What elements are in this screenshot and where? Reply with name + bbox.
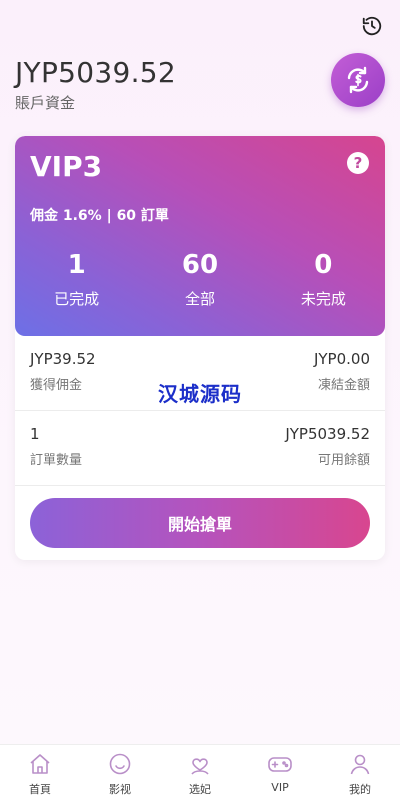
smile-icon <box>107 751 133 777</box>
available-balance: JYP5039.52 可用餘額 <box>285 425 370 468</box>
tab-videos[interactable]: 影视 <box>80 745 160 800</box>
vip-panel: VIP3 ? 佣金 1.6% | 60 訂單 1 已完成 60 全部 0 未完成 <box>15 136 385 336</box>
available-balance-value: JYP5039.52 <box>285 425 370 443</box>
tab-label: 影视 <box>109 783 131 796</box>
frozen-amount-value: JYP0.00 <box>313 350 370 368</box>
stat-label: 已完成 <box>54 290 100 308</box>
tab-vip[interactable]: VIP <box>240 745 320 800</box>
account-balance-label: 賬戶資金 <box>15 94 76 112</box>
tab-mine[interactable]: 我的 <box>320 745 400 800</box>
tab-select[interactable]: 选妃 <box>160 745 240 800</box>
stat-value: 1 <box>67 250 86 280</box>
exchange-icon <box>347 66 369 94</box>
home-icon <box>27 751 53 777</box>
stat-label: 未完成 <box>300 290 346 308</box>
watermark-text: 汉城源码 <box>158 382 242 406</box>
stat-label: 全部 <box>184 290 215 308</box>
tab-label: 我的 <box>349 783 371 796</box>
stat-incomplete: 0 未完成 <box>262 250 385 309</box>
stat-value: 0 <box>314 250 333 280</box>
available-balance-label: 可用餘額 <box>317 453 370 468</box>
order-count-label: 訂單數量 <box>30 453 83 468</box>
order-count: 1 訂單數量 <box>30 425 82 468</box>
gamepad-icon <box>267 751 293 777</box>
bottom-tab-bar: 首頁 影视 选妃 VIP 我的 <box>0 744 400 800</box>
commission-summary: 佣金 1.6% | 60 訂單 <box>30 208 169 224</box>
tab-home[interactable]: 首頁 <box>0 745 80 800</box>
vip-card: VIP3 ? 佣金 1.6% | 60 訂單 1 已完成 60 全部 0 未完成… <box>15 136 385 560</box>
stat-total: 60 全部 <box>138 250 261 309</box>
earned-commission-value: JYP39.52 <box>30 350 96 368</box>
heart-person-icon <box>187 751 213 777</box>
start-grab-button[interactable]: 開始搶單 <box>30 498 370 548</box>
exchange-button[interactable] <box>331 53 385 107</box>
user-icon <box>347 751 373 777</box>
tab-label: 选妃 <box>189 783 211 796</box>
order-stats: 1 已完成 60 全部 0 未完成 <box>15 250 385 309</box>
tab-label: VIP <box>271 781 289 794</box>
stat-completed: 1 已完成 <box>15 250 138 309</box>
tab-label: 首頁 <box>29 783 51 796</box>
account-balance: JYP5039.52 <box>15 56 177 89</box>
order-count-value: 1 <box>30 425 40 443</box>
orders-row: 1 訂單數量 JYP5039.52 可用餘額 <box>15 411 385 486</box>
help-icon[interactable]: ? <box>347 152 369 174</box>
vip-level: VIP3 <box>30 150 103 183</box>
history-icon[interactable] <box>360 14 384 38</box>
stat-value: 60 <box>181 250 219 280</box>
